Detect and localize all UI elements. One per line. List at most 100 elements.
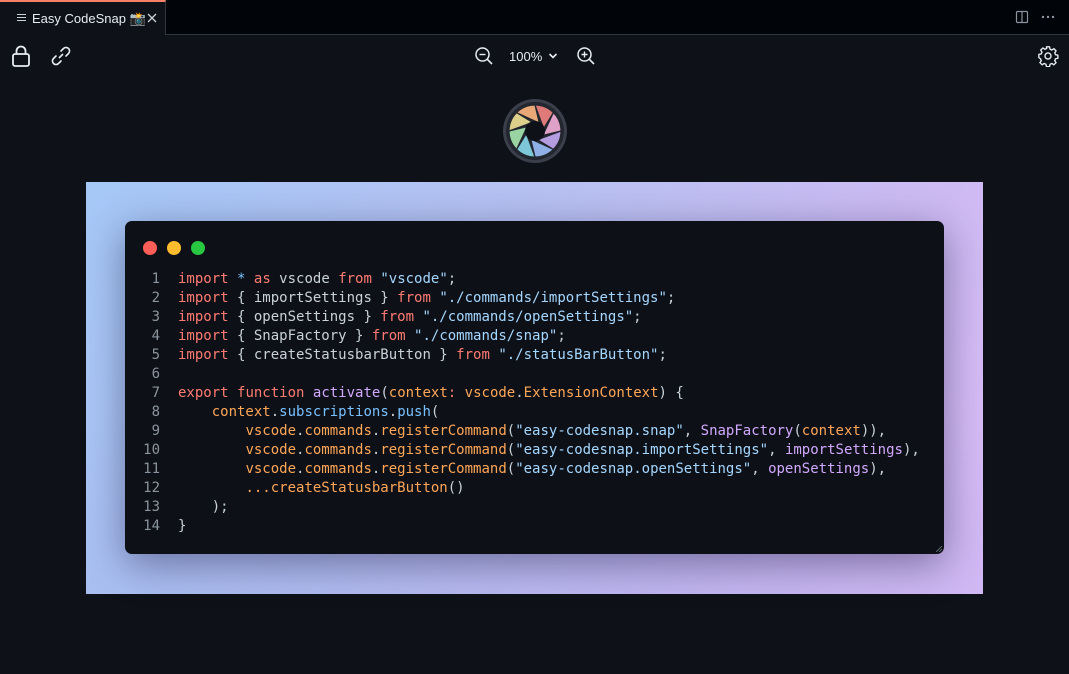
code-block: 1 import * as vscode from "vscode"; 2 impor…: [125, 270, 944, 536]
close-dot: [143, 241, 157, 255]
code-token: "./commands/snap": [414, 328, 558, 344]
code-token: export: [178, 385, 229, 401]
code-token: vscode: [245, 461, 297, 477]
code-token: (: [430, 404, 440, 420]
code-token: ) {: [658, 385, 684, 401]
line-content: import { SnapFactory } from "./commands/…: [178, 327, 566, 346]
lock-icon[interactable]: [10, 44, 32, 68]
code-token: { createStatusbarButton }: [228, 347, 457, 363]
line-number: 7: [151, 385, 160, 401]
code-token: ...createStatusbarButton: [245, 480, 448, 496]
code-token: registerCommand: [380, 442, 507, 458]
line-content: import { createStatusbarButton } from ".…: [178, 346, 667, 365]
code-token: "./statusBarButton": [498, 347, 659, 363]
code-token: (: [793, 423, 802, 439]
line-number: 4: [151, 328, 160, 344]
code-line: 11 vscode.commands.registerCommand("easy…: [125, 460, 944, 479]
code-line: 13 );: [125, 498, 944, 517]
code-line: 7 export function activate(context: vscod…: [125, 384, 944, 403]
code-token: import: [178, 271, 229, 287]
code-token: ;: [658, 347, 667, 363]
line-content: ...createStatusbarButton(): [178, 479, 465, 498]
code-token: ;: [557, 328, 566, 344]
code-line: 12 ...createStatusbarButton(): [125, 479, 944, 498]
code-token: { openSettings }: [228, 309, 381, 325]
line-content: vscode.commands.registerCommand("easy-co…: [178, 460, 886, 479]
code-token: from: [371, 328, 406, 344]
code-token: ;: [666, 290, 676, 306]
code-token: "easy-codesnap.openSettings": [515, 461, 752, 477]
code-token: (: [506, 461, 516, 477]
zoom-out-icon[interactable]: [474, 46, 494, 66]
tab-title: Easy CodeSnap 📸: [32, 11, 146, 26]
code-token: import: [178, 290, 229, 306]
line-number: 1: [151, 271, 160, 287]
code-token: "vscode": [380, 271, 448, 287]
code-token: :: [447, 385, 457, 401]
editor-tab-bar: Easy CodeSnap 📸: [0, 0, 1069, 35]
code-token: vscode: [464, 385, 516, 401]
code-token: (: [506, 442, 516, 458]
line-number: 14: [143, 518, 160, 534]
code-token: "easy-codesnap.importSettings": [515, 442, 769, 458]
code-line: 14}: [125, 517, 944, 536]
link-icon[interactable]: [50, 45, 72, 67]
code-token: from: [338, 271, 372, 287]
line-number: 8: [151, 404, 160, 420]
code-token: );: [178, 499, 229, 515]
line-content: vscode.commands.registerCommand("easy-co…: [178, 441, 919, 460]
code-token: commands: [304, 423, 372, 439]
code-token: ;: [447, 271, 457, 287]
code-token: import: [178, 328, 229, 344]
code-token: commands: [304, 461, 372, 477]
code-token: "./commands/importSettings": [439, 290, 667, 306]
code-line: 3 import { openSettings } from "./command…: [125, 308, 944, 327]
line-number: 13: [143, 499, 160, 515]
code-token: context: [388, 385, 448, 401]
code-line: 1 import * as vscode from "vscode";: [125, 270, 944, 289]
close-icon[interactable]: [146, 12, 158, 24]
line-content: import { openSettings } from "./commands…: [178, 308, 642, 327]
tab-easy-codesnap[interactable]: Easy CodeSnap 📸: [0, 0, 166, 35]
code-window: 1 import * as vscode from "vscode"; 2 impor…: [125, 221, 944, 554]
code-token: (): [447, 480, 465, 496]
zoom-level[interactable]: 100%: [509, 49, 542, 64]
line-number: 9: [151, 423, 160, 439]
line-content: import { importSettings } from "./comman…: [178, 289, 675, 308]
split-editor-icon[interactable]: [1015, 10, 1029, 24]
line-number: 5: [151, 347, 160, 363]
code-token: SnapFactory: [700, 423, 794, 439]
code-token: registerCommand: [380, 461, 507, 477]
minimize-dot: [167, 241, 181, 255]
chevron-down-icon[interactable]: [548, 52, 558, 60]
code-token: .: [388, 404, 398, 420]
line-content: import * as vscode from "vscode";: [178, 270, 456, 289]
code-token: from: [380, 309, 415, 325]
code-token: push: [397, 404, 431, 420]
settings-gear-icon[interactable]: [1037, 45, 1059, 67]
zoom-in-icon[interactable]: [576, 46, 596, 66]
code-line: 5 import { createStatusbarButton } from "…: [125, 346, 944, 365]
code-token: { importSettings }: [228, 290, 398, 306]
resize-handle-icon[interactable]: [936, 546, 942, 552]
code-token: activate: [312, 385, 381, 401]
codesnap-logo: [503, 99, 567, 163]
code-token: "easy-codesnap.snap": [515, 423, 684, 439]
code-token: import: [178, 347, 229, 363]
code-token: ExtensionContext: [523, 385, 659, 401]
line-number: 11: [143, 461, 160, 477]
code-token: function: [237, 385, 305, 401]
code-token: "./commands/openSettings": [422, 309, 634, 325]
code-token: (: [506, 423, 516, 439]
code-token: importSettings: [784, 442, 903, 458]
code-token: (: [380, 385, 389, 401]
more-actions-icon[interactable]: [1041, 10, 1055, 24]
code-token: ;: [633, 309, 642, 325]
